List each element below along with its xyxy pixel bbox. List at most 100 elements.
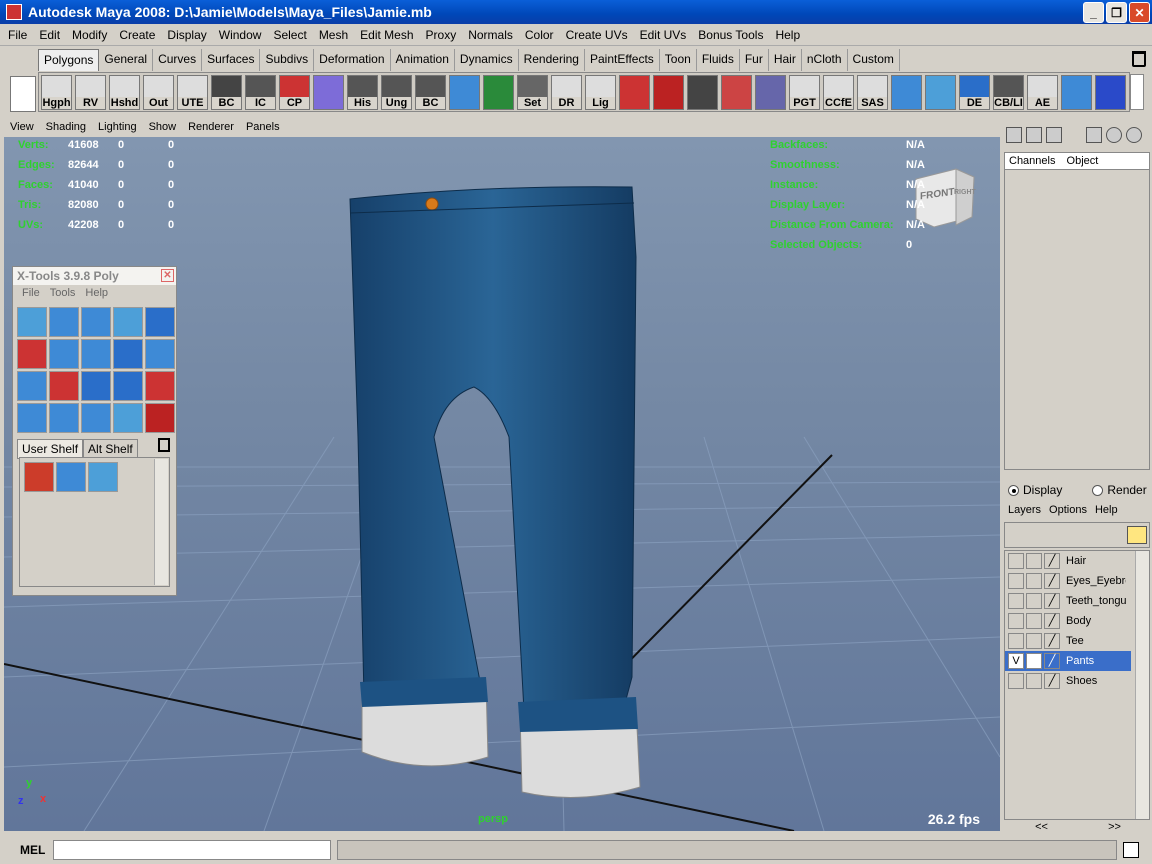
shelf-tab-general[interactable]: General bbox=[99, 49, 154, 71]
perspective-viewport[interactable]: FRONT RIGHT Verts: 41608 0 0 Edges: 8264… bbox=[4, 137, 1000, 831]
layer-type-toggle[interactable] bbox=[1026, 573, 1042, 589]
xtools-menu-tools[interactable]: Tools bbox=[45, 285, 81, 303]
shelf-tool-18[interactable] bbox=[619, 75, 650, 110]
restore-button[interactable]: ❐ bbox=[1106, 2, 1127, 23]
shelf-tool-1[interactable]: Hgph bbox=[41, 75, 72, 110]
xtools-tab-user-shelf[interactable]: User Shelf bbox=[17, 439, 84, 459]
layer-type-toggle[interactable] bbox=[1026, 633, 1042, 649]
attribute-editor-icon[interactable] bbox=[1026, 127, 1042, 143]
menu-bonus-tools[interactable]: Bonus Tools bbox=[692, 28, 769, 42]
xtools-tool-4[interactable] bbox=[113, 307, 143, 337]
new-layer-icon[interactable] bbox=[1127, 526, 1147, 544]
panel-menu-renderer[interactable]: Renderer bbox=[182, 121, 240, 133]
shelf-tab-hair[interactable]: Hair bbox=[769, 49, 802, 71]
shelf-tool-13[interactable] bbox=[449, 75, 480, 110]
shelf-tab-painteffects[interactable]: PaintEffects bbox=[585, 49, 660, 71]
shelf-tab-fur[interactable]: Fur bbox=[740, 49, 769, 71]
xtools-tool-10[interactable] bbox=[145, 339, 175, 369]
shelf-trash-icon[interactable] bbox=[1132, 51, 1146, 67]
mel-label[interactable]: MEL bbox=[0, 843, 53, 857]
shelf-tool-30[interactable]: AE bbox=[1027, 75, 1058, 110]
channel-box-icon[interactable] bbox=[1006, 127, 1022, 143]
layer-row-teeth[interactable]: ╱ Teeth_tongu bbox=[1005, 591, 1131, 611]
layer-menu-help[interactable]: Help bbox=[1091, 504, 1122, 516]
xtools-menu-file[interactable]: File bbox=[17, 285, 45, 303]
menu-display[interactable]: Display bbox=[161, 28, 212, 42]
panel-menu-show[interactable]: Show bbox=[143, 121, 183, 133]
shelf-tool-2[interactable]: RV bbox=[75, 75, 106, 110]
shelf-tool-29[interactable]: CB/LI bbox=[993, 75, 1024, 110]
render-icon[interactable] bbox=[1126, 127, 1142, 143]
menu-mesh[interactable]: Mesh bbox=[313, 28, 354, 42]
shelf-tool-11[interactable]: Ung bbox=[381, 75, 412, 110]
shelf-tool-4[interactable]: Out bbox=[143, 75, 174, 110]
layer-type-toggle[interactable] bbox=[1026, 673, 1042, 689]
menu-file[interactable]: File bbox=[2, 28, 33, 42]
xtools-tool-19[interactable] bbox=[113, 403, 143, 433]
shelf-tab-fluids[interactable]: Fluids bbox=[697, 49, 740, 71]
xtools-tool-18[interactable] bbox=[81, 403, 111, 433]
xtools-tool-11[interactable] bbox=[17, 371, 47, 401]
menu-edit[interactable]: Edit bbox=[33, 28, 66, 42]
layer-list-scrollbar[interactable] bbox=[1135, 551, 1149, 819]
shelf-tool-23[interactable]: PGT bbox=[789, 75, 820, 110]
shelf-tool-21[interactable] bbox=[721, 75, 752, 110]
shelf-tool-8[interactable]: CP bbox=[279, 75, 310, 110]
layer-row-tee[interactable]: ╱ Tee bbox=[1005, 631, 1131, 651]
shelf-tool-10[interactable]: His bbox=[347, 75, 378, 110]
tool-settings-icon[interactable] bbox=[1046, 127, 1062, 143]
shelf-tool-27[interactable] bbox=[925, 75, 956, 110]
shelf-tab-animation[interactable]: Animation bbox=[391, 49, 455, 71]
layer-nav-next-button[interactable]: >> bbox=[1108, 821, 1121, 835]
shelf-tool-6[interactable]: BC bbox=[211, 75, 242, 110]
layer-type-toggle[interactable] bbox=[1026, 553, 1042, 569]
shelf-tab-rendering[interactable]: Rendering bbox=[519, 49, 585, 71]
xtools-tool-6[interactable] bbox=[17, 339, 47, 369]
xtools-tool-2[interactable] bbox=[49, 307, 79, 337]
user-shelf-tool-3[interactable] bbox=[88, 462, 118, 492]
pivot-icon[interactable] bbox=[1086, 127, 1102, 143]
layer-color-swatch[interactable]: ╱ bbox=[1044, 613, 1060, 629]
xtools-tool-14[interactable] bbox=[113, 371, 143, 401]
channels-menu[interactable]: Channels bbox=[1009, 155, 1055, 167]
shelf-tab-ncloth[interactable]: nCloth bbox=[802, 49, 848, 71]
shelf-menu-button[interactable] bbox=[10, 76, 36, 112]
layer-menu-options[interactable]: Options bbox=[1045, 504, 1091, 516]
shelf-tab-dynamics[interactable]: Dynamics bbox=[455, 49, 519, 71]
close-button[interactable]: ✕ bbox=[1129, 2, 1150, 23]
xtools-tool-9[interactable] bbox=[113, 339, 143, 369]
layer-visibility-toggle[interactable]: V bbox=[1008, 653, 1024, 669]
layer-menu-layers[interactable]: Layers bbox=[1004, 504, 1045, 516]
shelf-tool-19[interactable] bbox=[653, 75, 684, 110]
layer-row-hair[interactable]: ╱ Hair bbox=[1005, 551, 1131, 571]
layer-color-swatch[interactable]: ╱ bbox=[1044, 673, 1060, 689]
shelf-tab-custom[interactable]: Custom bbox=[848, 49, 900, 71]
menu-edit-mesh[interactable]: Edit Mesh bbox=[354, 28, 419, 42]
shelf-tool-31[interactable] bbox=[1061, 75, 1092, 110]
shelf-tab-toon[interactable]: Toon bbox=[660, 49, 697, 71]
xtools-tool-17[interactable] bbox=[49, 403, 79, 433]
shelf-tool-7[interactable]: IC bbox=[245, 75, 276, 110]
layer-visibility-toggle[interactable] bbox=[1008, 573, 1024, 589]
xtools-tab-alt-shelf[interactable]: Alt Shelf bbox=[83, 439, 138, 459]
minimize-button[interactable]: _ bbox=[1083, 2, 1104, 23]
shelf-tool-28[interactable]: DE bbox=[959, 75, 990, 110]
xtools-tool-16[interactable] bbox=[17, 403, 47, 433]
menu-normals[interactable]: Normals bbox=[462, 28, 519, 42]
object-menu[interactable]: Object bbox=[1067, 155, 1099, 167]
shading-icon[interactable] bbox=[1106, 127, 1122, 143]
layer-nav-prev-button[interactable]: << bbox=[1035, 821, 1048, 835]
shelf-tool-3[interactable]: Hshd bbox=[109, 75, 140, 110]
shelf-tool-32[interactable] bbox=[1095, 75, 1126, 110]
shelf-tool-24[interactable]: CCfE bbox=[823, 75, 854, 110]
shelf-tool-9[interactable] bbox=[313, 75, 344, 110]
shelf-tool-17[interactable]: Lig bbox=[585, 75, 616, 110]
user-shelf-tool-2[interactable] bbox=[56, 462, 86, 492]
layer-row-shoes[interactable]: ╱ Shoes bbox=[1005, 671, 1131, 691]
layer-row-pants[interactable]: V ╱ Pants bbox=[1005, 651, 1131, 671]
menu-window[interactable]: Window bbox=[213, 28, 268, 42]
layer-color-swatch[interactable]: ╱ bbox=[1044, 653, 1060, 669]
xtools-tool-5[interactable] bbox=[145, 307, 175, 337]
menu-edit-uvs[interactable]: Edit UVs bbox=[634, 28, 693, 42]
xtools-tool-1[interactable] bbox=[17, 307, 47, 337]
